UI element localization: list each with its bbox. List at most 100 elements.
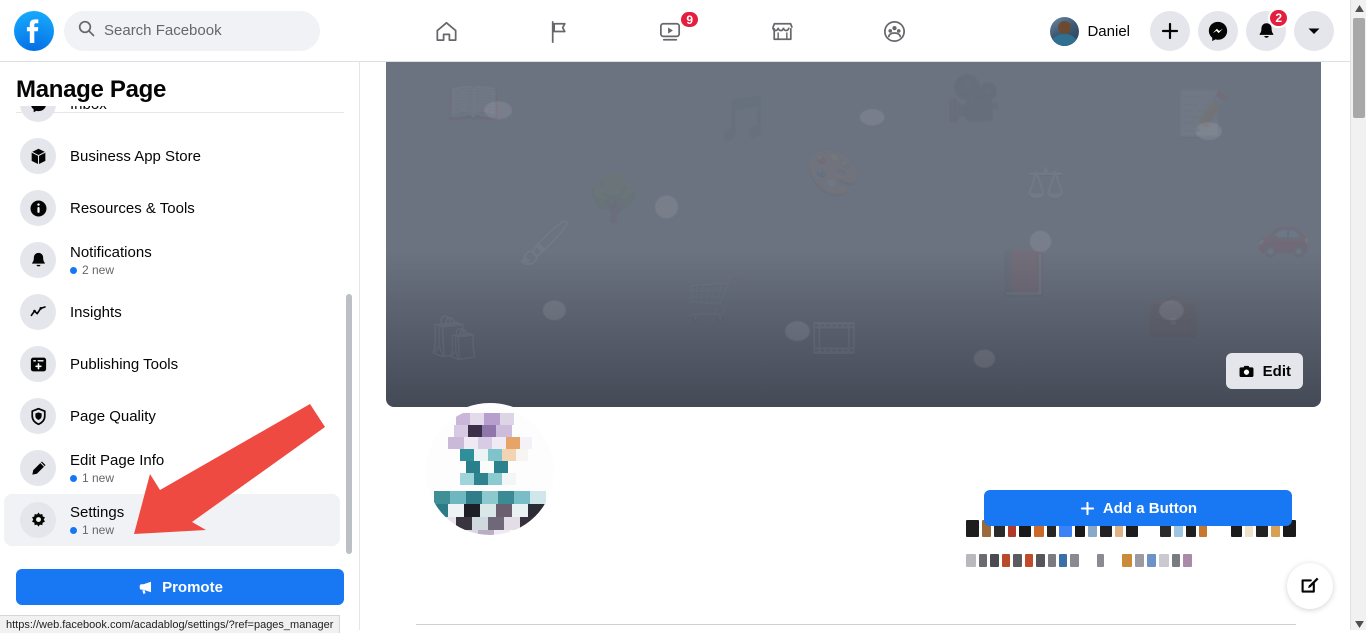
promote-label: Promote xyxy=(162,578,223,596)
publishing-icon xyxy=(20,346,56,382)
nav-tab-marketplace[interactable] xyxy=(726,3,838,59)
sidebar-item-publishing-tools[interactable]: Publishing Tools xyxy=(4,338,340,390)
sidebar-scroll-area[interactable]: Inbox Business App Store xyxy=(0,106,360,566)
gear-icon xyxy=(20,502,56,538)
watch-badge: 9 xyxy=(679,10,700,29)
sidebar-item-label: Settings xyxy=(70,503,125,521)
cover-photo[interactable]: 📖 🌳 🎵 🎨 🎥 ⚖ 📝 🛒 🎞 📕 💼 🖌 🚗 🛍 Edit xyxy=(386,62,1321,407)
profile-name: Daniel xyxy=(1087,22,1130,40)
briefcase-glyph-icon: 💼 xyxy=(1146,289,1201,338)
sidebar-item-label: Publishing Tools xyxy=(70,355,179,373)
sidebar-item-badge: 1 new xyxy=(70,471,164,486)
sidebar-item-business-app-store[interactable]: Business App Store xyxy=(4,130,340,182)
page-title: Manage Page xyxy=(16,76,167,103)
pencil-icon xyxy=(20,450,56,486)
sidebar-item-inbox[interactable]: Inbox xyxy=(4,106,340,130)
sidebar-item-badge: 2 new xyxy=(70,263,152,278)
car-glyph-icon: 🚗 xyxy=(1256,209,1311,258)
nav-tab-pages[interactable] xyxy=(502,3,614,59)
sidebar-item-insights[interactable]: Insights xyxy=(4,286,340,338)
messenger-icon xyxy=(1208,21,1228,42)
nav-tab-watch[interactable]: 9 xyxy=(614,3,726,59)
search-input[interactable]: Search Facebook xyxy=(64,10,320,51)
compose-post-fab[interactable] xyxy=(1287,563,1333,609)
info-icon xyxy=(20,190,56,226)
sidebar-item-resources-tools[interactable]: Resources & Tools xyxy=(4,182,340,234)
book2-glyph-icon: 📕 xyxy=(996,249,1051,298)
browser-status-bar: https://web.facebook.com/acadablog/setti… xyxy=(0,615,341,633)
sidebar-right-border xyxy=(359,62,360,633)
nav-tab-home[interactable] xyxy=(390,3,502,59)
browser-vertical-scrollbar[interactable] xyxy=(1350,0,1366,633)
sidebar-item-notifications[interactable]: Notifications 2 new xyxy=(4,234,340,286)
music-glyph-icon: 🎵 xyxy=(716,94,771,143)
edit-cover-button[interactable]: Edit xyxy=(1225,353,1303,389)
sidebar-item-label: Resources & Tools xyxy=(70,199,195,217)
sidebar-item-label: Business App Store xyxy=(70,147,201,165)
page-main-content: 📖 🌳 🎵 🎨 🎥 ⚖ 📝 🛒 🎞 📕 💼 🖌 🚗 🛍 Edit Add a B… xyxy=(386,62,1350,633)
groups-icon xyxy=(883,20,905,42)
avatar xyxy=(1050,16,1080,46)
search-icon xyxy=(78,20,95,42)
new-dot-icon xyxy=(70,526,77,534)
promote-button[interactable]: Promote xyxy=(16,569,344,605)
brush-glyph-icon: 🖌 xyxy=(516,219,572,268)
page-profile-picture[interactable] xyxy=(422,403,558,539)
plant-glyph-icon: 🌳 xyxy=(586,174,641,223)
add-a-button-label: Add a Button xyxy=(1102,499,1198,517)
notifications-button[interactable]: 2 xyxy=(1246,8,1289,51)
shield-icon xyxy=(20,398,56,434)
sidebar-item-label: Insights xyxy=(70,303,122,321)
plus-icon xyxy=(1080,501,1095,515)
sidebar-item-label: Page Quality xyxy=(70,407,156,425)
sidebar-item-label: Notifications xyxy=(70,243,152,261)
plus-icon xyxy=(1161,22,1179,40)
header-right-group: Daniel 2 xyxy=(1046,0,1334,62)
flag-icon xyxy=(551,20,566,43)
sidebar-item-edit-page-info[interactable]: Edit Page Info 1 new xyxy=(4,442,340,494)
sidebar-item-page-quality[interactable]: Page Quality xyxy=(4,390,340,442)
new-dot-icon xyxy=(70,266,77,274)
camera-icon xyxy=(1239,365,1254,377)
film-glyph-icon: 🎞 xyxy=(806,314,862,363)
camera-glyph-icon: 🎥 xyxy=(946,74,1001,123)
header-left-group: Search Facebook xyxy=(0,10,320,51)
nav-tab-groups[interactable] xyxy=(838,3,950,59)
scales-glyph-icon: ⚖ xyxy=(1026,159,1066,208)
cover-glyph-layer: 📖 🌳 🎵 🎨 🎥 ⚖ 📝 🛒 🎞 📕 💼 🖌 🚗 🛍 xyxy=(386,62,1321,407)
sidebar-item-label: Inbox xyxy=(70,106,107,114)
note-glyph-icon: 📝 xyxy=(1176,89,1231,138)
profile-chip[interactable]: Daniel xyxy=(1046,13,1142,50)
page-handle-redacted xyxy=(966,554,1192,567)
new-dot-icon xyxy=(70,474,77,482)
compose-edit-icon xyxy=(1301,577,1319,593)
sidebar-scrollbar[interactable] xyxy=(346,294,352,554)
palette-glyph-icon: 🎨 xyxy=(806,149,861,198)
messenger-button[interactable] xyxy=(1198,11,1238,51)
cart-glyph-icon: 🛒 xyxy=(686,274,741,323)
book-glyph-icon: 📖 xyxy=(446,79,501,128)
facebook-logo-icon[interactable] xyxy=(14,10,54,51)
chart-line-icon xyxy=(20,294,56,330)
box-icon xyxy=(20,138,56,174)
create-button[interactable] xyxy=(1150,11,1190,51)
search-placeholder: Search Facebook xyxy=(104,22,222,39)
header-nav-tabs: 9 xyxy=(390,0,950,62)
chevron-down-icon xyxy=(1308,28,1320,34)
sidebar-item-settings[interactable]: Settings 1 new xyxy=(4,494,340,546)
home-icon xyxy=(435,21,457,41)
scrollbar-thumb[interactable] xyxy=(1353,18,1365,118)
account-menu-button[interactable] xyxy=(1294,11,1334,51)
top-navigation-bar: Search Facebook 9 Daniel 2 xyxy=(0,0,1350,62)
megaphone-icon xyxy=(139,581,152,594)
edit-cover-label: Edit xyxy=(1262,362,1291,380)
status-url: https://web.facebook.com/acadablog/setti… xyxy=(6,618,334,631)
bag-glyph-icon: 🛍 xyxy=(426,314,482,363)
sidebar-item-label: Edit Page Info xyxy=(70,451,165,469)
storefront-icon xyxy=(771,22,793,40)
add-a-button-button[interactable]: Add a Button xyxy=(984,490,1292,526)
bell-icon xyxy=(20,242,56,278)
inbox-icon xyxy=(20,106,56,122)
notifications-badge: 2 xyxy=(1268,8,1289,28)
scroll-up-arrow-icon[interactable] xyxy=(1351,0,1366,17)
